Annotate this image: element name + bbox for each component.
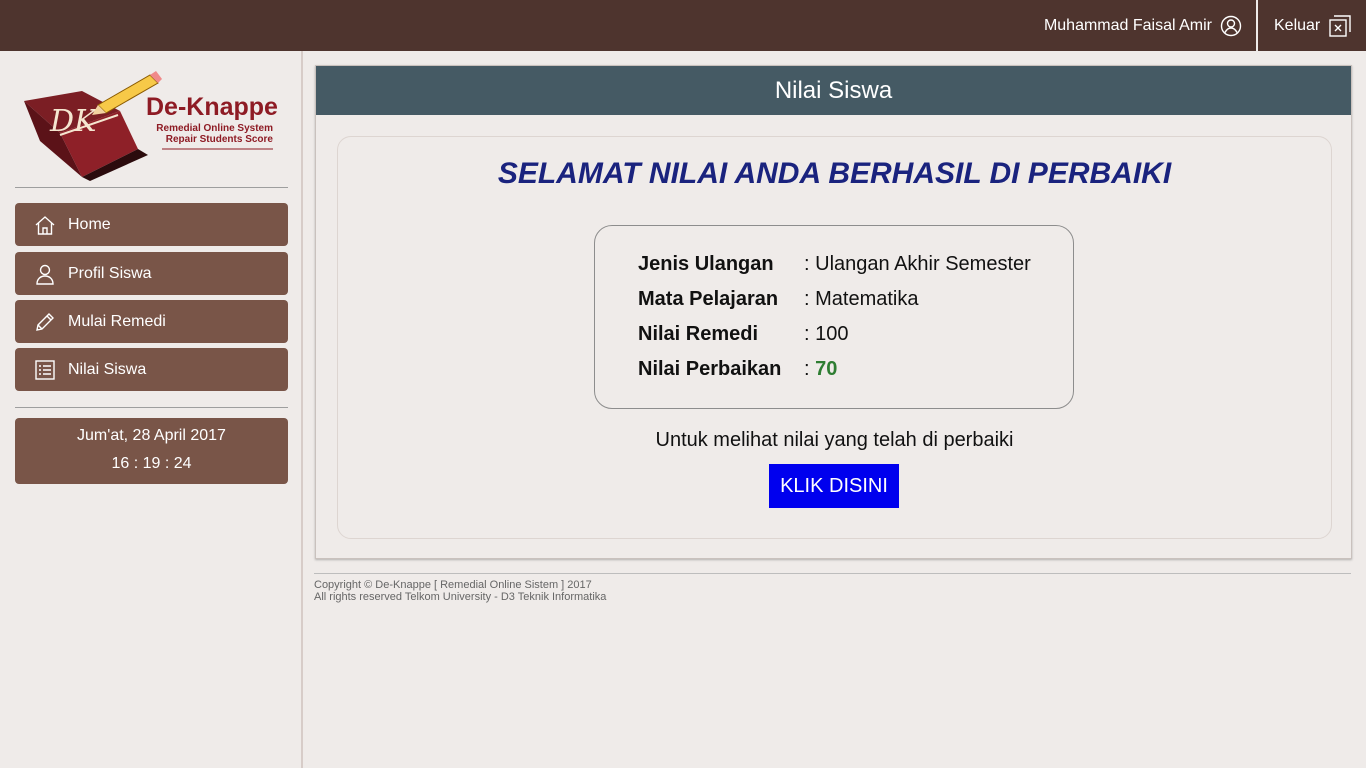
user-icon — [1220, 15, 1242, 37]
sidebar-item-label: Nilai Siswa — [68, 360, 147, 378]
score-value: 70 — [815, 358, 838, 380]
footer: Copyright © De-Knappe [ Remedial Online … — [314, 579, 606, 603]
sidebar-item-profil-siswa[interactable]: Profil Siswa — [15, 252, 288, 295]
footer-copyright: Copyright © De-Knappe [ Remedial Online … — [314, 579, 592, 591]
logo-monogram: DK — [49, 104, 98, 139]
footer-rights: All rights reserved Telkom University - … — [314, 591, 607, 603]
view-scores-note: Untuk melihat nilai yang telah di perbai… — [655, 429, 1014, 451]
logout-button[interactable]: Keluar — [1274, 0, 1351, 51]
list-icon — [34, 359, 56, 381]
score-info-box: Jenis Ulangan : Ulangan Akhir Semester M… — [594, 225, 1074, 409]
page-title: Nilai Siswa — [774, 76, 893, 104]
sidebar-divider — [15, 407, 288, 408]
sidebar-item-nilai-siswa[interactable]: Nilai Siswa — [15, 348, 288, 391]
top-bar: Muhammad Faisal Amir Keluar — [0, 0, 1366, 51]
sidebar-item-home[interactable]: Home — [15, 203, 288, 246]
logo-brand: De-Knappe — [146, 93, 278, 121]
sidebar: DK De-Knappe Remedial Online System Repa… — [0, 51, 303, 768]
sidebar-item-mulai-remedi[interactable]: Mulai Remedi — [15, 300, 288, 343]
info-label: Jenis Ulangan — [638, 253, 774, 275]
sidebar-item-label: Home — [68, 215, 111, 233]
info-value: Ulangan Akhir Semester — [815, 253, 1031, 275]
info-label: Nilai Remedi — [638, 323, 759, 345]
home-icon — [34, 214, 56, 236]
klik-disini-button[interactable]: KLIK DISINI — [769, 464, 899, 508]
sidebar-item-label: Profil Siswa — [68, 264, 152, 282]
panel-header: Nilai Siswa — [316, 66, 1351, 115]
user-icon — [34, 263, 56, 285]
logo-tagline-2: Repair Students Score — [166, 134, 274, 145]
current-time: 16 : 19 : 24 — [111, 455, 192, 472]
content-panel: Nilai Siswa SELAMAT NILAI ANDA BERHASIL … — [315, 65, 1352, 559]
result-card: SELAMAT NILAI ANDA BERHASIL DI PERBAIKI … — [337, 136, 1332, 539]
info-value: 100 — [815, 323, 849, 345]
info-label: Mata Pelajaran — [638, 288, 779, 310]
date-time-box: Jum'at, 28 April 2017 16 : 19 : 24 — [15, 418, 288, 484]
sidebar-item-label: Mulai Remedi — [68, 312, 166, 330]
user-menu[interactable]: Muhammad Faisal Amir — [1044, 0, 1242, 51]
current-date: Jum'at, 28 April 2017 — [77, 427, 226, 444]
topbar-divider — [1256, 0, 1258, 51]
pencil-icon — [34, 311, 56, 333]
user-name: Muhammad Faisal Amir — [1043, 16, 1212, 34]
logout-icon — [1329, 14, 1351, 37]
logout-label: Keluar — [1274, 16, 1321, 34]
sidebar-divider — [15, 187, 288, 188]
info-value: Matematika — [815, 288, 919, 310]
footer-divider — [314, 573, 1351, 574]
de-knappe-logo[interactable]: DK De-Knappe Remedial Online System Repa… — [20, 71, 280, 183]
info-label: Nilai Perbaikan — [638, 358, 782, 380]
success-message: SELAMAT NILAI ANDA BERHASIL DI PERBAIKI — [497, 157, 1172, 190]
logo-tagline-1: Remedial Online System — [156, 123, 273, 134]
